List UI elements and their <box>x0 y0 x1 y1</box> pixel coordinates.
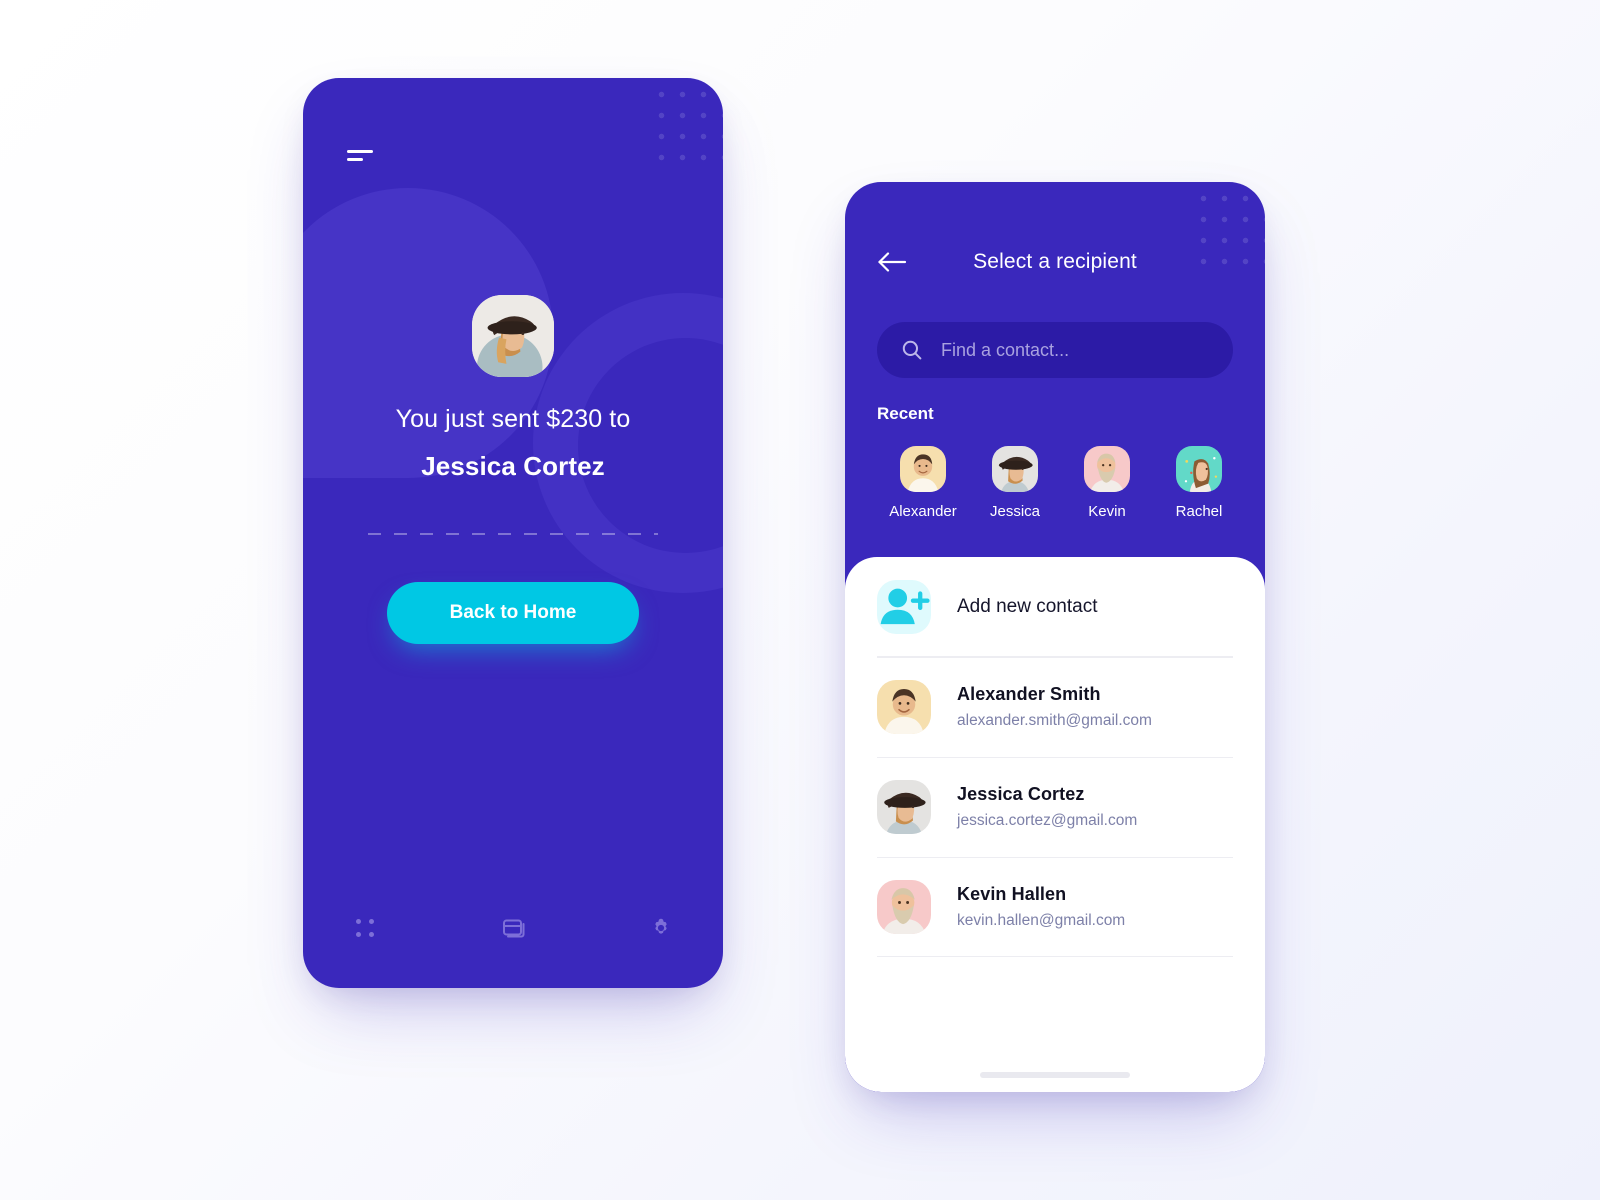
success-screen-phone: You just sent $230 to Jessica Cortez Bac… <box>303 78 723 988</box>
recent-contact-name: Rachel <box>1175 503 1223 520</box>
avatar <box>1084 446 1130 492</box>
avatar <box>900 446 946 492</box>
contact-row-alexander-smith[interactable]: Alexander Smith alexander.smith@gmail.co… <box>845 657 1265 757</box>
recipient-avatar <box>472 295 554 377</box>
search-bar[interactable] <box>877 322 1233 378</box>
dashed-divider <box>368 533 658 535</box>
recent-section-label: Recent <box>877 404 934 423</box>
recent-contact-alexander[interactable]: Alexander <box>877 446 969 520</box>
cards-icon <box>503 919 525 938</box>
hamburger-line-bottom <box>347 158 363 161</box>
recipient-header: Select a recipient Recent <box>845 182 1265 572</box>
hamburger-line-top <box>347 150 373 153</box>
recent-contacts-row: Alexander Jessica Kevin Rachel <box>877 446 1245 520</box>
tab-cards[interactable] <box>493 908 533 948</box>
page-title: Select a recipient <box>973 250 1137 273</box>
contact-name: Kevin Hallen <box>957 884 1067 904</box>
search-icon <box>901 339 923 361</box>
avatar <box>992 446 1038 492</box>
add-new-contact-row[interactable]: Add new contact <box>845 557 1265 657</box>
recipient-picker-phone: Select a recipient Recent <box>845 182 1265 1092</box>
bottom-tab-bar <box>303 908 723 948</box>
add-person-icon <box>877 580 931 634</box>
avatar <box>1176 446 1222 492</box>
contact-email: kevin.hallen@gmail.com <box>957 912 1126 929</box>
recent-contact-rachel[interactable]: Rachel <box>1153 446 1245 520</box>
hamburger-menu-icon[interactable] <box>347 150 373 161</box>
recent-contact-kevin[interactable]: Kevin <box>1061 446 1153 520</box>
contact-name: Jessica Cortez <box>957 784 1085 804</box>
gear-icon <box>655 918 667 934</box>
avatar <box>877 780 931 834</box>
home-indicator[interactable] <box>980 1072 1130 1078</box>
contact-email: jessica.cortez@gmail.com <box>957 812 1138 829</box>
contact-row-jessica-cortez[interactable]: Jessica Cortez jessica.cortez@gmail.com <box>845 757 1265 857</box>
back-to-home-button[interactable]: Back to Home <box>387 582 639 644</box>
tab-dashboard[interactable] <box>345 908 385 948</box>
recent-contact-name: Kevin <box>1088 503 1126 520</box>
dot-grid-pattern <box>647 78 723 166</box>
recent-contact-name: Alexander <box>889 503 957 520</box>
grid-dots-icon <box>356 919 374 937</box>
transfer-message: You just sent $230 to <box>395 405 631 433</box>
recent-contact-name: Jessica <box>989 503 1041 520</box>
contacts-sheet: Add new contact Alexander Smith alexande… <box>845 557 1265 1092</box>
search-input[interactable] <box>941 339 1233 361</box>
tab-settings[interactable] <box>641 908 681 948</box>
add-new-contact-label: Add new contact <box>957 596 1098 617</box>
contact-name: Alexander Smith <box>957 684 1101 704</box>
contact-row-kevin-hallen[interactable]: Kevin Hallen kevin.hallen@gmail.com <box>845 857 1265 957</box>
recipient-name: Jessica Cortez <box>421 451 605 481</box>
contact-email: alexander.smith@gmail.com <box>957 712 1152 729</box>
avatar <box>877 880 931 934</box>
avatar <box>877 680 931 734</box>
recent-contact-jessica[interactable]: Jessica <box>969 446 1061 520</box>
